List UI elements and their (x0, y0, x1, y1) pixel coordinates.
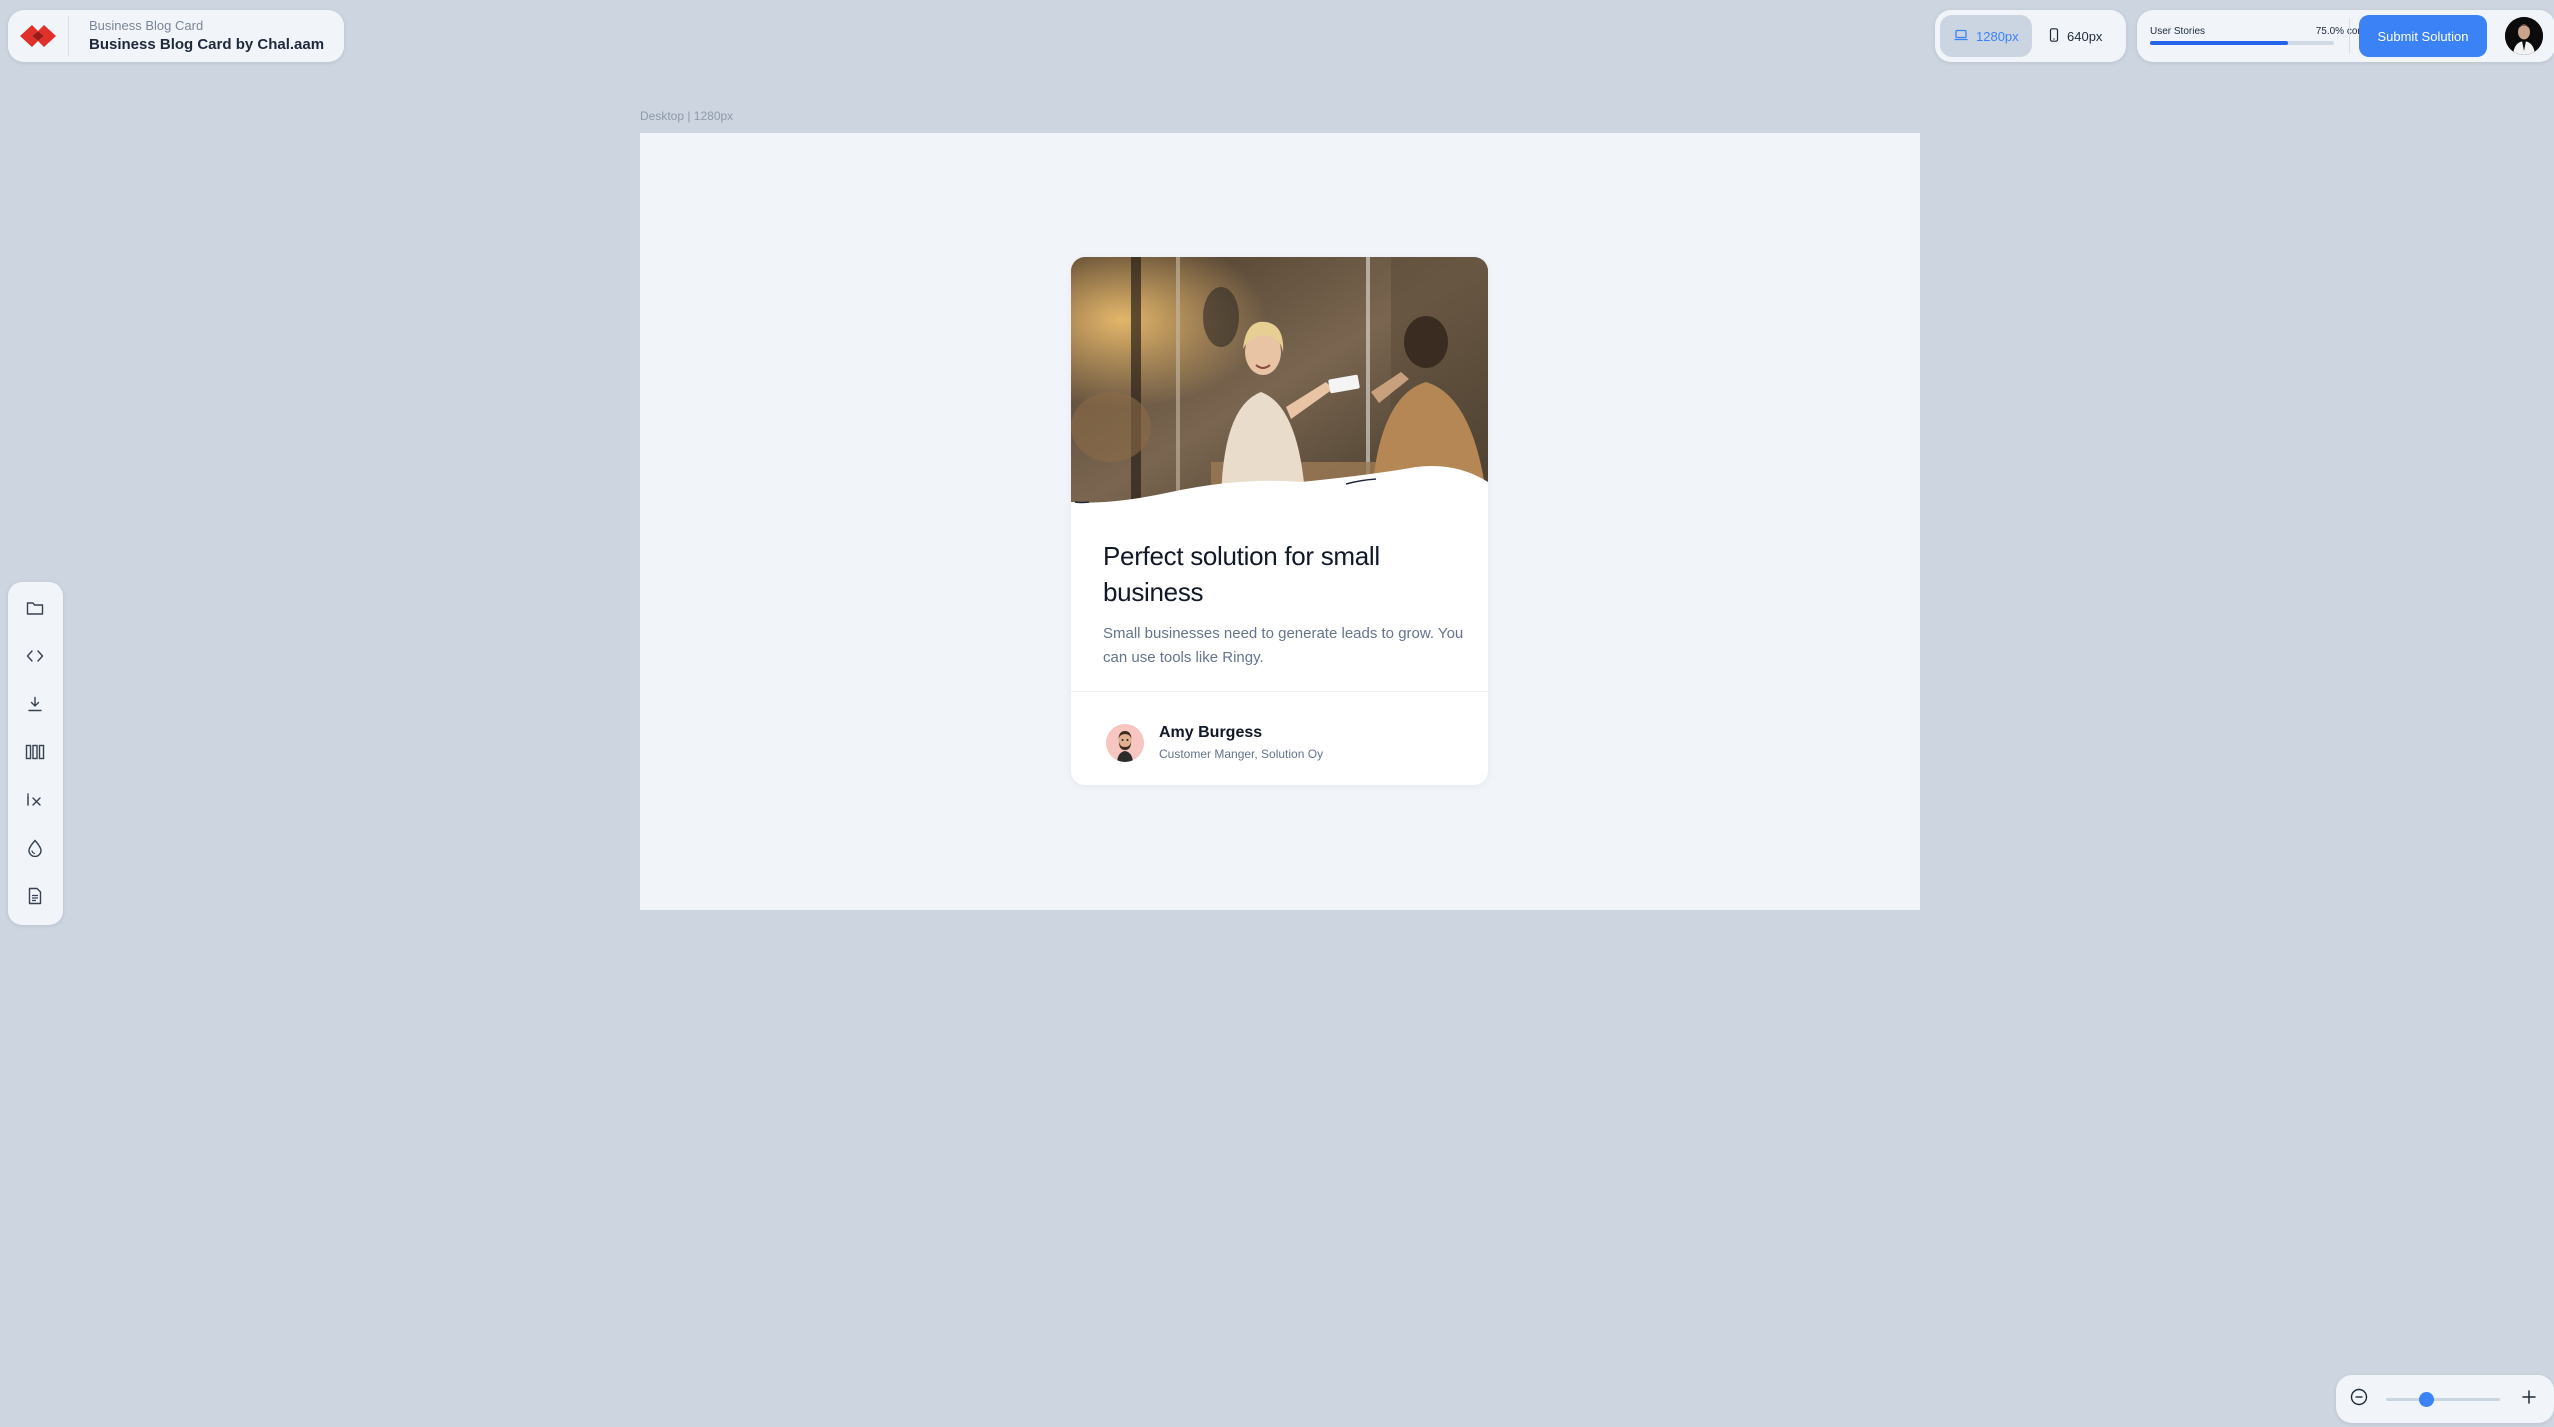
author-name: Amy Burgess (1159, 724, 1263, 741)
drop-icon (27, 838, 43, 862)
card-title: Perfect solution for small business (1103, 541, 1380, 607)
variable-icon (25, 792, 45, 812)
author-role: Customer Manger, Solution Oy (1159, 747, 1324, 761)
folder-icon (26, 600, 44, 621)
code-button[interactable] (15, 638, 55, 678)
progress-panel: User Stories 75.0% completed Submit Solu… (2137, 10, 2554, 62)
zoom-slider-thumb[interactable] (2418, 1392, 2434, 1407)
progress-divider (2349, 19, 2350, 53)
zoom-out-icon (2350, 1388, 2368, 1411)
user-avatar[interactable] (2505, 17, 2543, 55)
progress-fill (2150, 41, 2288, 45)
download-icon (27, 696, 43, 717)
document-icon (28, 887, 42, 910)
variables-button[interactable] (15, 782, 55, 822)
readme-button[interactable] (15, 878, 55, 918)
viewport-mobile-button[interactable]: 640px (2035, 15, 2121, 57)
submit-solution-button[interactable]: Submit Solution (2359, 15, 2487, 57)
project-title: Business Blog Card by Chal.aam (89, 35, 325, 53)
code-icon (26, 649, 44, 668)
viewport-mobile-label: 640px (2067, 28, 2103, 44)
card-description: Small businesses need to generate leads … (1103, 625, 1464, 666)
project-header: Business Blog Card Business Blog Card by… (8, 10, 344, 62)
phone-icon (2049, 27, 2059, 45)
project-category: Business Blog Card (89, 17, 204, 33)
card-image (1071, 257, 1488, 509)
author-avatar (1106, 724, 1144, 762)
zoom-slider[interactable] (2386, 1392, 2500, 1407)
zoom-out-button[interactable] (2344, 1384, 2374, 1414)
card-divider (1071, 691, 1488, 692)
zoom-in-button[interactable] (2514, 1384, 2544, 1414)
tool-sidebar (8, 582, 63, 925)
laptop-icon (1954, 29, 1968, 44)
download-button[interactable] (15, 686, 55, 726)
plus-icon (2521, 1389, 2537, 1410)
viewport-toggle: 1280px 640px (1935, 10, 2126, 62)
progress-label: User Stories (2150, 26, 2206, 37)
canvas-label: Desktop | 1280px (640, 109, 734, 123)
project-text: Business Blog Card Business Blog Card by… (69, 18, 324, 55)
blog-card: Perfect solution for small business Smal… (1071, 257, 1488, 785)
styles-button[interactable] (15, 830, 55, 870)
logo-icon[interactable] (8, 10, 68, 62)
columns-button[interactable] (15, 734, 55, 774)
viewport-desktop-button[interactable]: 1280px (1940, 15, 2032, 57)
zoom-control (2336, 1375, 2554, 1423)
columns-icon (25, 744, 45, 765)
files-button[interactable] (15, 590, 55, 630)
progress-bar (2150, 41, 2334, 45)
preview-canvas: Perfect solution for small business Smal… (640, 133, 1920, 910)
viewport-desktop-label: 1280px (1976, 28, 2019, 44)
